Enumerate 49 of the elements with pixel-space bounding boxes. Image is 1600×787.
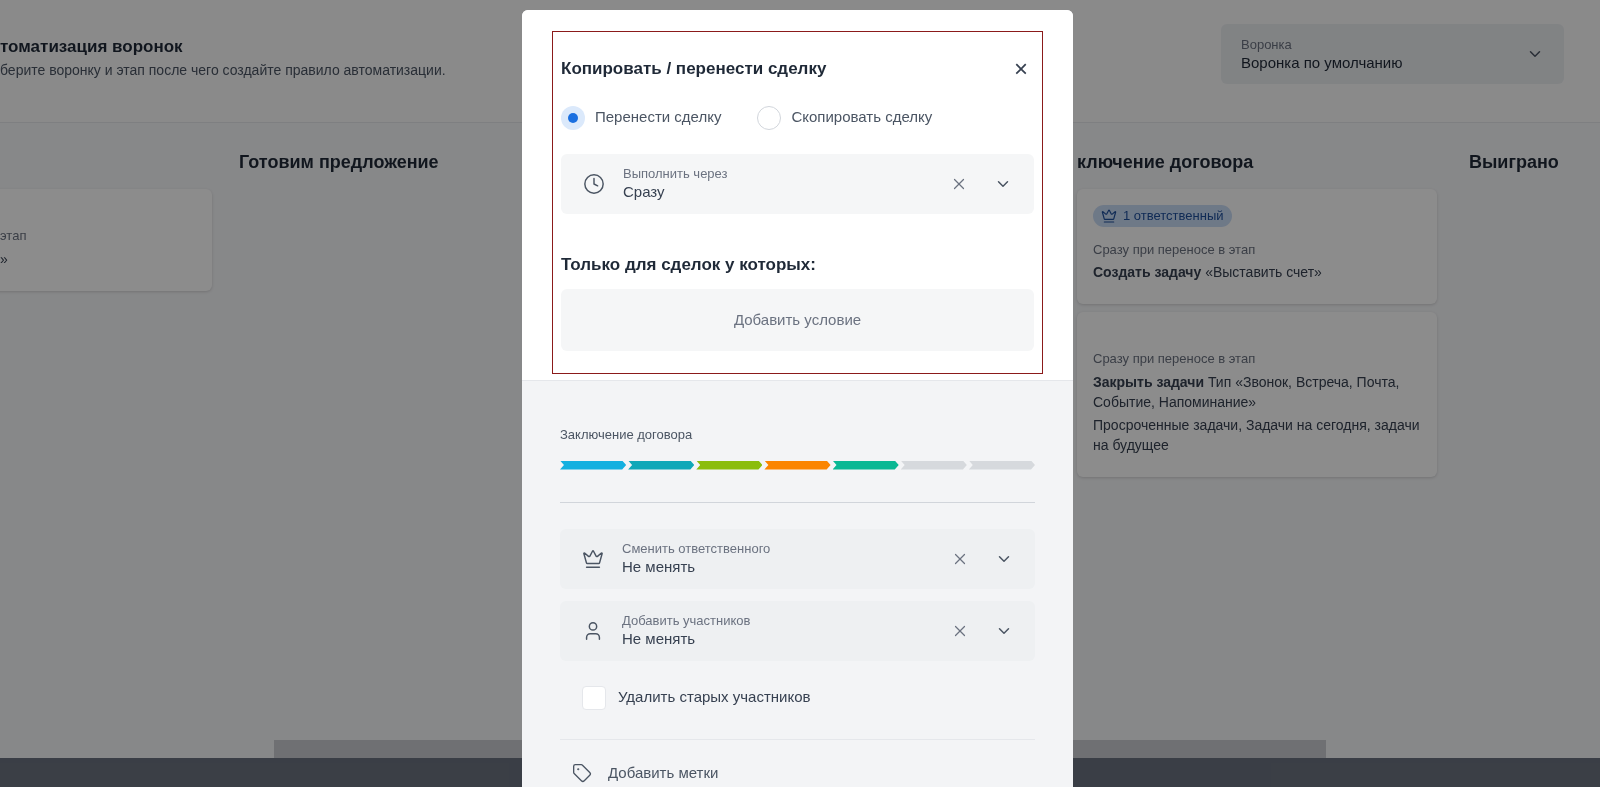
rule-card[interactable]: 1 ответственный Сразу при переносе в этап Создать задачу «Выставить счет» xyxy=(1077,189,1437,304)
column-title: Готовим предложение xyxy=(239,152,439,172)
crown-icon xyxy=(1101,207,1117,224)
radio-option[interactable]: Скопировать сделку xyxy=(757,105,933,130)
stage-segment[interactable] xyxy=(832,460,899,470)
field-label: Выполнить через xyxy=(623,165,729,182)
checkbox-label: Удалить старых участников xyxy=(618,687,811,708)
stage-segment[interactable] xyxy=(628,460,695,470)
field-label: Сменить ответственного xyxy=(622,540,772,557)
radio-button[interactable] xyxy=(561,105,585,130)
rule-text: Закрыть задачи Тип «Звонок, Встреча, Почта, Событие, Напоминание» xyxy=(1093,372,1401,412)
rule-card[interactable]: Сразу при переносе в этап Закрыть задачи Тип «Звонок, Встреча, Почта, Событие, Напоминание» Просроченные задачи, Задачи на сегодня, задачи на будущее xyxy=(1077,312,1437,477)
column-title: Выиграно xyxy=(1469,152,1559,172)
clock-icon xyxy=(583,172,605,195)
tag-icon xyxy=(572,762,592,783)
checkbox[interactable] xyxy=(582,685,606,710)
stage-label: Заключение договора xyxy=(560,426,694,444)
select-field[interactable]: Выполнить через Сразу xyxy=(561,153,1034,214)
modal-title: Копировать / перенести сделку xyxy=(561,58,827,80)
stage-segment[interactable] xyxy=(560,460,627,470)
crown-icon xyxy=(582,547,604,570)
field-value: Не менять xyxy=(622,629,697,649)
rule-text: Создать задачу «Выставить счет» xyxy=(1093,263,1323,282)
field-label: Добавить участников xyxy=(622,612,752,629)
radio-button[interactable] xyxy=(757,105,782,130)
page-subtitle: берите воронку и этап после чего создайте правило автоматизации. xyxy=(0,61,446,80)
column-title: ключение договора xyxy=(1077,152,1254,172)
radio-option[interactable]: Перенести сделку xyxy=(561,105,722,130)
page-title: томатизация воронок xyxy=(0,36,184,58)
rule-text: Просроченные задачи, Задачи на сегодня, задачи на будущее xyxy=(1093,415,1421,455)
badge-text: 1 ответственный xyxy=(1123,207,1224,225)
rule-text: Сразу при переносе в этап xyxy=(1093,350,1257,368)
rule-text: этап xyxy=(0,227,28,245)
add-tags-button[interactable]: Добавить метки xyxy=(608,761,719,784)
select-field[interactable]: Добавить участников Не менять xyxy=(560,600,1035,661)
rule-text: » xyxy=(0,249,9,269)
field-label: Воронка xyxy=(1241,35,1293,53)
field-value: Сразу xyxy=(623,182,666,202)
close-button[interactable]: × xyxy=(1014,56,1028,81)
rule-text: Сразу при переносе в этап xyxy=(1093,240,1257,259)
field-value: Воронка по умолчанию xyxy=(1241,52,1404,73)
stage-segment[interactable] xyxy=(696,460,763,470)
funnel-select[interactable]: Воронка Воронка по умолчанию xyxy=(1221,24,1564,84)
field-value: Не менять xyxy=(622,557,697,577)
rule-card[interactable]: этап » xyxy=(0,189,212,291)
section-heading: Только для сделок у которых: xyxy=(561,253,817,276)
add-condition-button[interactable]: Добавить условие xyxy=(561,289,1034,351)
stage-segment[interactable] xyxy=(764,460,831,470)
select-field[interactable]: Сменить ответственного Не менять xyxy=(560,528,1035,589)
